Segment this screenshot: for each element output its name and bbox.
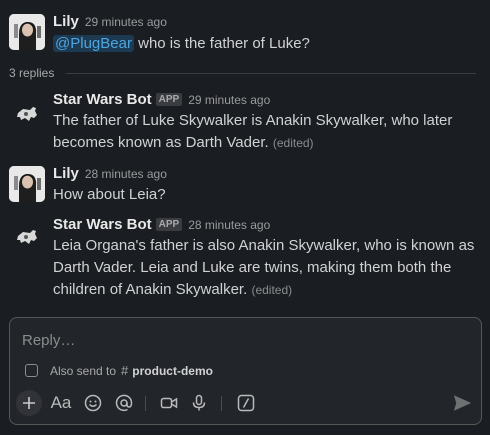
message-text: @PlugBear who is the father of Luke? [53,33,483,55]
avatar[interactable] [9,166,45,202]
message-text: Leia Organa's father is also Anakin Skyw… [53,235,483,301]
app-badge: APP [155,93,183,106]
message-timestamp[interactable]: 29 minutes ago [85,15,167,29]
message-author[interactable]: Lily [53,13,79,30]
also-send-checkbox[interactable] [25,364,38,377]
message-timestamp[interactable]: 28 minutes ago [188,218,270,232]
replies-count: 3 replies [9,66,55,80]
reply-message: Star Wars Bot APP 28 minutes ago Leia Orga… [0,212,490,304]
plus-icon[interactable] [16,390,42,416]
slash-command-icon[interactable] [233,390,259,416]
message-text-content: The father of Luke Skywalker is Anakin S… [53,112,453,151]
message-text: The father of Luke Skywalker is Anakin S… [53,110,483,154]
microphone-icon[interactable] [186,390,212,416]
send-icon[interactable] [449,390,475,416]
avatar[interactable] [9,220,45,256]
message-author[interactable]: Lily [53,165,79,182]
channel-hash-icon: # [121,363,129,378]
message-author[interactable]: Star Wars Bot [53,216,152,233]
message-timestamp[interactable]: 28 minutes ago [85,167,167,181]
message-text-content: who is the father of Luke? [133,35,310,52]
message-text-content: How about Leia? [53,186,166,203]
mention-icon[interactable] [111,390,137,416]
replies-divider: 3 replies [9,64,490,82]
text-format-label: Aa [50,393,72,412]
edited-label: (edited) [272,136,314,150]
video-icon[interactable] [156,390,182,416]
text-format-icon[interactable]: Aa [48,390,74,416]
toolbar-separator [221,396,222,411]
message-text: How about Leia? [53,184,483,206]
reply-input[interactable] [22,329,462,351]
also-send-option: Also send to # product-demo [25,363,213,378]
avatar[interactable] [9,97,45,133]
also-send-label: Also send to [50,363,117,378]
emoji-icon[interactable] [80,390,106,416]
lily-avatar-image [9,166,45,202]
star-wars-bot-avatar-image [17,230,37,244]
composer-toolbar: Aa [10,390,481,416]
reply-message: Lily 28 minutes ago How about Leia? [0,160,490,208]
message-timestamp[interactable]: 29 minutes ago [188,93,270,107]
reply-composer: Also send to # product-demo Aa [9,317,482,425]
avatar[interactable] [9,14,45,50]
thread-parent-message: Lily 29 minutes ago @PlugBear who is the … [0,0,490,60]
user-mention[interactable]: @PlugBear [53,35,134,52]
reply-message: Star Wars Bot APP 29 minutes ago The fathe… [0,88,490,154]
channel-name[interactable]: product-demo [132,364,213,378]
edited-label: (edited) [251,283,293,297]
lily-avatar-image [9,14,45,50]
divider-line [66,72,476,74]
toolbar-separator [145,396,146,411]
star-wars-bot-avatar-image [17,107,37,121]
app-badge: APP [155,218,183,231]
message-author[interactable]: Star Wars Bot [53,91,152,108]
